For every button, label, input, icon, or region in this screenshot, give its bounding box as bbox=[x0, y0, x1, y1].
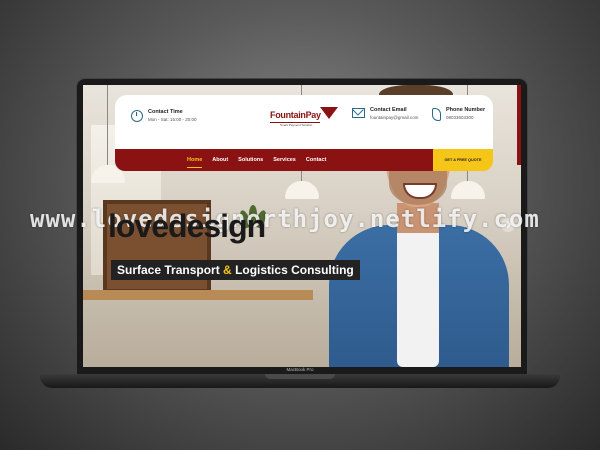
white-tshirt bbox=[397, 227, 439, 367]
logo-tagline: Smart Payment Solution bbox=[280, 123, 313, 127]
logo-wordmark: FountainPay bbox=[270, 110, 321, 120]
phone-icon bbox=[432, 108, 441, 121]
contact-time-label: Contact Time bbox=[148, 109, 183, 115]
nav-menu: Home About Solutions Services Contact bbox=[187, 149, 326, 171]
contact-email-block[interactable]: Contact Email fountainpay@gmail.com bbox=[352, 107, 418, 120]
laptop-notch bbox=[265, 374, 335, 379]
header-info-card: Contact Time Mon - Sat: 15:00 - 20:00 Fo… bbox=[115, 95, 493, 149]
phone-number-block[interactable]: Phone Number 08033603300 bbox=[432, 107, 485, 121]
lamp-cord bbox=[107, 85, 108, 165]
hero-title-ampersand: & bbox=[223, 263, 232, 277]
mail-icon bbox=[352, 108, 365, 118]
edge-accent-stripe bbox=[517, 85, 521, 165]
hero-title-part1: Surface Transport bbox=[117, 263, 220, 277]
phone-number-value[interactable]: 08033603300 bbox=[446, 115, 485, 120]
logo-wing-icon bbox=[320, 107, 338, 119]
contact-time-value: Mon - Sat: 15:00 - 20:00 bbox=[148, 117, 197, 122]
device-model-label: MacBook Pro bbox=[286, 367, 314, 372]
contact-email-label: Contact Email bbox=[370, 107, 407, 113]
background-shelf bbox=[83, 290, 313, 300]
hero-title-part2: Logistics Consulting bbox=[235, 263, 354, 277]
get-free-quote-button[interactable]: GET A FREE QUOTE bbox=[433, 149, 493, 171]
brand-logo[interactable]: FountainPay Smart Payment Solution bbox=[270, 107, 340, 129]
nav-item-about[interactable]: About bbox=[212, 155, 228, 165]
nav-item-services[interactable]: Services bbox=[273, 155, 296, 165]
hero-title: Surface Transport & Logistics Consulting bbox=[111, 260, 360, 280]
main-nav-bar: Home About Solutions Services Contact bbox=[115, 149, 433, 171]
contact-email-value[interactable]: fountainpay@gmail.com bbox=[370, 115, 418, 120]
clock-icon bbox=[131, 110, 143, 122]
nav-item-solutions[interactable]: Solutions bbox=[238, 155, 263, 165]
contact-time-block: Contact Time Mon - Sat: 15:00 - 20:00 bbox=[131, 109, 197, 122]
phone-number-label: Phone Number bbox=[446, 107, 486, 113]
nav-item-home[interactable]: Home bbox=[187, 155, 203, 168]
watermark-overlay-word: lovedesign bbox=[108, 208, 266, 244]
nav-item-contact[interactable]: Contact bbox=[306, 155, 326, 165]
